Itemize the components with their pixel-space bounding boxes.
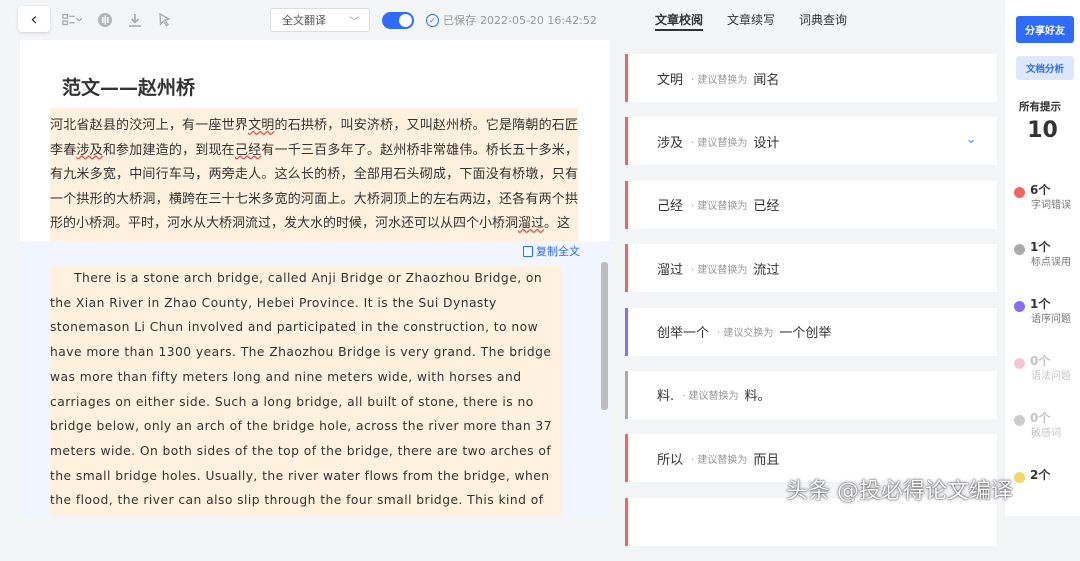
suggestion-original: 所以 — [657, 452, 684, 468]
chevron-down-icon: ﹀ — [349, 17, 359, 28]
error-word[interactable]: 涉及 — [76, 143, 102, 158]
suggestion-hint: · 建议交换为 — [717, 328, 774, 340]
text-segment: 和参加建造的，到现在 — [102, 142, 235, 158]
status-dot-icon — [1014, 244, 1025, 255]
document-title: 范文——赵州桥 — [62, 77, 196, 99]
watermark: 头条 @投必得论文编译 — [786, 479, 1013, 504]
suggestion-original: 涉及 — [657, 135, 684, 151]
document-analysis-button[interactable]: 文档分析 — [1016, 56, 1074, 80]
hint-stat[interactable]: 0个 敏感词 — [1014, 408, 1080, 442]
saved-label: 已保存 — [443, 14, 476, 27]
share-button[interactable]: 分享好友 — [1016, 16, 1074, 43]
tab-review[interactable]: 文章校阅 — [655, 11, 704, 31]
download-icon[interactable] — [125, 10, 145, 30]
suggestion-replacement[interactable]: 一个创举 — [779, 322, 831, 341]
suggestion-hint: · 建议替换为 — [691, 454, 748, 466]
right-sidebar: 分享好友 文档分析 所有提示 10 6个 字词错误 1个 标点误用 1个 语序问题 0个 语法… — [1005, 0, 1080, 516]
hint-stat-label: 语法问题 — [1031, 371, 1071, 382]
status-dot-icon — [1014, 301, 1025, 312]
suggestion-replacement[interactable]: 已经 — [753, 195, 779, 214]
copy-all-button[interactable]: 复制全文 — [523, 243, 580, 259]
suggestion-hint: · 建议替换为 — [691, 201, 748, 213]
error-word[interactable]: 溜过 — [518, 216, 544, 231]
suggestion-hint: · 建议替换为 — [691, 137, 748, 149]
toolbar: ‹ 全文翻译 ﹀ ✓ 已保存 2022-05-20 16:42:52 — [0, 0, 610, 40]
suggestion-hint: · 建议替换为 — [691, 264, 748, 276]
audio-icon[interactable] — [95, 10, 115, 30]
saved-time: 2022-05-20 16:42:52 — [480, 13, 597, 27]
suggestion-hint: · 建议替换为 — [691, 74, 748, 86]
suggestion-original: 创举一个 — [657, 326, 710, 342]
suggestion-card[interactable]: 溜过 · 建议替换为 流过 — [625, 244, 997, 293]
suggestion-original: 己经 — [657, 199, 684, 215]
hint-stat-label: 字词错误 — [1031, 200, 1071, 211]
hint-stat-label: 敏感词 — [1031, 428, 1061, 439]
tab-continue-writing[interactable]: 文章续写 — [727, 11, 775, 31]
tab-dictionary[interactable]: 词典查询 — [799, 11, 847, 31]
save-status: ✓ 已保存 2022-05-20 16:42:52 — [426, 12, 597, 28]
status-dot-icon — [1014, 415, 1025, 426]
suggestion-card[interactable]: 文明 · 建议替换为 闻名 — [625, 54, 997, 102]
all-hints-count: 10 — [1027, 118, 1058, 143]
copy-icon — [523, 245, 533, 257]
text-segment: 河北省赵县的洨河上，有一座世界 — [50, 118, 249, 133]
suggestion-replacement[interactable]: 设计 — [753, 132, 779, 151]
scrollbar[interactable] — [601, 262, 608, 410]
back-arrow-icon: ‹ — [30, 8, 38, 30]
translate-mode-value: 全文翻译 — [282, 14, 326, 27]
translate-mode-select[interactable]: 全文翻译 ﹀ — [270, 8, 370, 32]
suggestion-replacement[interactable]: 而且 — [753, 449, 779, 468]
back-button[interactable]: ‹ — [18, 6, 50, 32]
check-circle-icon: ✓ — [426, 13, 439, 27]
english-translation-block[interactable]: There is a stone arch bridge, called Anj… — [50, 266, 562, 516]
chinese-paragraph[interactable]: 河北省赵县的洨河上，有一座世界文明的石拱桥，叫安济桥，又叫赵州桥。它是隋朝的石匠… — [50, 114, 578, 237]
layout-menu-icon[interactable] — [62, 10, 82, 30]
suggestion-original: 溜过 — [657, 262, 684, 278]
suggestion-replacement[interactable]: 料。 — [745, 385, 771, 404]
copy-all-label: 复制全文 — [536, 245, 580, 258]
review-tabs: 文章校阅 文章续写 词典查询 — [655, 11, 847, 31]
document-panel: 范文——赵州桥 河北省赵县的洨河上，有一座世界文明的石拱桥，叫安济桥，又叫赵州桥… — [20, 40, 610, 516]
status-dot-icon — [1014, 358, 1025, 369]
translate-toggle[interactable] — [382, 12, 414, 29]
chinese-text-block[interactable]: 河北省赵县的洨河上，有一座世界文明的石拱桥，叫安济桥，又叫赵州桥。它是隋朝的石匠… — [50, 108, 578, 247]
suggestion-card[interactable]: 料. · 建议替换为 料。 — [625, 370, 997, 419]
suggestion-card[interactable]: 创举一个 · 建议交换为 一个创举 — [625, 307, 997, 356]
text-segment: 。这 — [544, 216, 571, 231]
all-hints-label: 所有提示 — [1019, 101, 1061, 113]
suggestion-replacement[interactable]: 流过 — [753, 259, 779, 278]
chevron-down-icon[interactable]: ⌄ — [965, 131, 977, 147]
status-dot-icon — [1014, 187, 1025, 198]
cursor-select-icon[interactable] — [155, 10, 175, 30]
hint-stat[interactable]: 1个 标点误用 — [1014, 237, 1080, 271]
hint-stat-label: 语序问题 — [1031, 314, 1071, 325]
suggestion-original: 文明 — [657, 72, 684, 88]
hint-stat-label: 标点误用 — [1031, 257, 1071, 268]
suggestion-card[interactable]: 涉及 · 建议替换为 设计 ⌄ — [625, 117, 997, 166]
hint-stat[interactable]: 1个 语序问题 — [1014, 294, 1080, 328]
english-paragraph: There is a stone arch bridge, called Anj… — [50, 271, 552, 508]
suggestion-hint: · 建议替换为 — [682, 391, 739, 403]
hint-stat[interactable]: 0个 语法问题 — [1014, 351, 1080, 385]
error-word[interactable]: 己经 — [235, 143, 261, 158]
error-word[interactable]: 文明 — [248, 118, 274, 133]
suggestion-replacement[interactable]: 闻名 — [753, 69, 779, 88]
hint-stat-count: 2个 — [1030, 468, 1051, 482]
hint-stat[interactable]: 2个 — [1014, 465, 1080, 499]
suggestion-card[interactable]: 己经 · 建议替换为 已经 — [625, 180, 997, 229]
translation-area: 复制全文 There is a stone arch bridge, calle… — [20, 241, 610, 516]
hint-stat[interactable]: 6个 字词错误 — [1014, 180, 1080, 214]
suggestion-original: 料. — [657, 389, 675, 405]
status-dot-icon — [1014, 472, 1025, 483]
